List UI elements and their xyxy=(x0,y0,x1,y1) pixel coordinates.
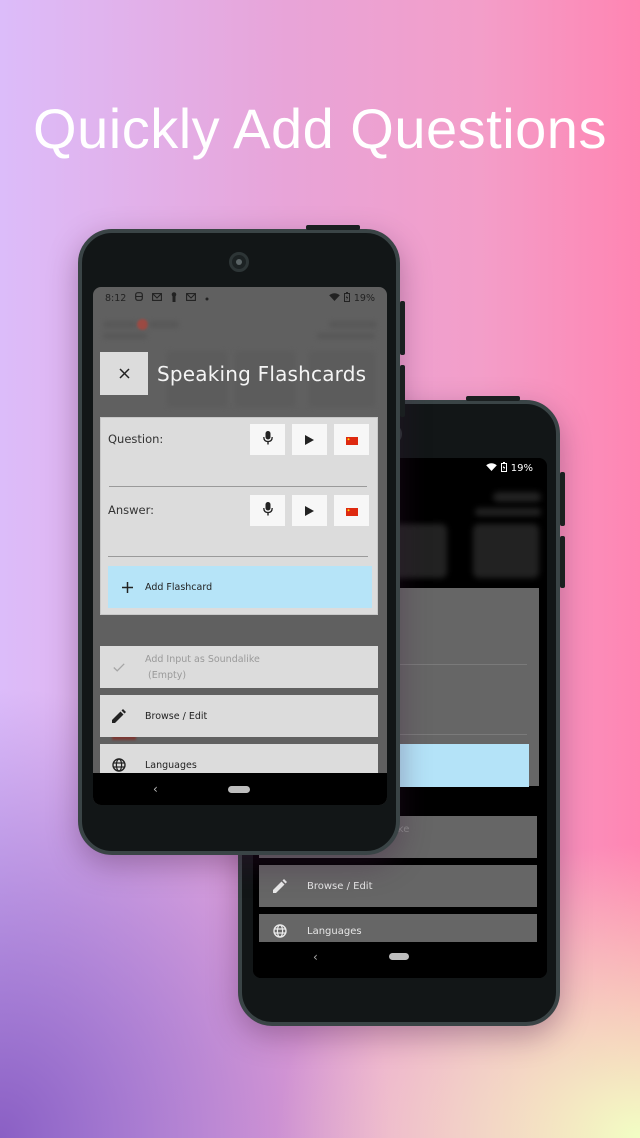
question-play-button[interactable] xyxy=(292,424,327,455)
blurred-header-text xyxy=(475,508,541,516)
headline: Quickly Add Questions xyxy=(33,97,607,160)
pencil-icon xyxy=(269,879,291,893)
close-button[interactable] xyxy=(100,352,148,395)
question-language-button[interactable] xyxy=(334,424,369,455)
answer-record-button[interactable] xyxy=(250,495,285,526)
battery-icon xyxy=(500,462,507,475)
nav-home-button[interactable] xyxy=(228,786,250,793)
answer-play-button[interactable] xyxy=(292,495,327,526)
clock: 8:12 xyxy=(105,292,127,304)
key-icon xyxy=(171,291,177,305)
battery-level: 19% xyxy=(353,292,375,304)
question-input[interactable] xyxy=(108,458,366,486)
status-bar: 8:12 19% xyxy=(93,287,387,309)
front-phone-mockup: 8:12 19% Speaking Flashcards Question: A… xyxy=(78,225,405,855)
menu-item-soundalike[interactable]: Add Input as Soundalike (Empty) xyxy=(100,646,378,688)
front-phone-screen: 8:12 19% Speaking Flashcards Question: A… xyxy=(93,287,387,805)
blurred-header-text xyxy=(493,492,541,502)
globe-icon xyxy=(108,758,130,772)
menu-item-browse-edit[interactable]: Browse / Edit xyxy=(100,695,378,737)
dot-icon xyxy=(205,293,209,304)
phone-power-button xyxy=(466,396,520,401)
pencil-icon xyxy=(108,709,130,723)
menu-item-label: Languages xyxy=(145,759,197,771)
mail-icon xyxy=(186,292,197,304)
blurred-header-text xyxy=(149,321,179,328)
menu-item-browse-edit[interactable]: Browse / Edit xyxy=(259,865,537,907)
mic-icon xyxy=(262,501,273,520)
app-title: Speaking Flashcards xyxy=(157,362,367,386)
question-underline xyxy=(109,486,367,487)
china-flag-icon xyxy=(345,501,358,520)
flashcard-editor: Question: Answer: Add Flashcard xyxy=(100,417,378,615)
battery-icon xyxy=(343,291,350,305)
phone-side-button xyxy=(560,536,565,588)
blurred-stat xyxy=(473,524,539,578)
blurred-header-text xyxy=(317,333,375,339)
nav-back-button[interactable]: ‹ xyxy=(153,782,158,796)
play-icon xyxy=(305,501,314,520)
phone-volume-button xyxy=(400,301,405,355)
blurred-header-text xyxy=(103,321,137,328)
play-icon xyxy=(305,430,314,449)
answer-language-button[interactable] xyxy=(334,495,369,526)
phone-side-button xyxy=(400,365,405,417)
menu-item-sublabel: (Empty) xyxy=(148,669,187,681)
status-bar: 19% xyxy=(485,462,533,475)
blurred-header-text xyxy=(103,333,147,339)
wifi-icon xyxy=(485,463,497,474)
globe-icon xyxy=(269,924,291,938)
menu-item-label: Browse / Edit xyxy=(307,880,373,892)
nav-back-button[interactable]: ‹ xyxy=(313,950,318,964)
add-flashcard-button[interactable]: Add Flashcard xyxy=(108,566,372,608)
nav-home-button[interactable] xyxy=(389,953,409,960)
close-icon xyxy=(118,364,130,383)
record-indicator xyxy=(137,319,148,330)
plus-icon xyxy=(120,581,134,593)
answer-input[interactable] xyxy=(108,528,366,556)
check-icon xyxy=(108,662,130,672)
answer-label: Answer: xyxy=(108,503,155,517)
question-record-button[interactable] xyxy=(250,424,285,455)
camera-icon xyxy=(229,252,249,272)
question-label: Question: xyxy=(108,432,164,446)
menu-item-label: Add Input as Soundalike xyxy=(145,653,260,665)
navigation-bar: ‹ xyxy=(253,942,547,978)
blurred-header-text xyxy=(329,321,377,328)
wifi-icon xyxy=(329,292,340,304)
menu-item-label: Browse / Edit xyxy=(145,710,208,722)
add-flashcard-label: Add Flashcard xyxy=(145,581,213,593)
china-flag-icon xyxy=(345,430,358,449)
sync-icon xyxy=(135,292,144,304)
answer-underline xyxy=(108,556,368,557)
phone-power-button xyxy=(306,225,360,230)
phone-volume-button xyxy=(560,472,565,526)
menu-item-label: Languages xyxy=(307,925,362,937)
mic-icon xyxy=(262,430,273,449)
mail-icon xyxy=(152,292,163,304)
battery-level: 19% xyxy=(510,463,533,474)
navigation-bar: ‹ xyxy=(93,773,387,805)
